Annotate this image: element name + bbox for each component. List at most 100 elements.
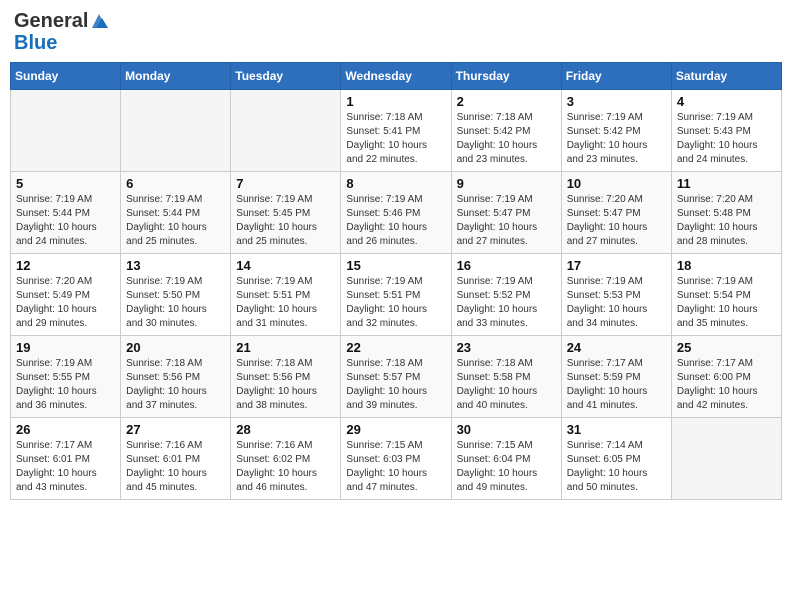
week-row-5: 26 Sunrise: 7:17 AM Sunset: 6:01 PM Dayli… xyxy=(11,418,782,500)
day-number: 18 xyxy=(677,258,776,273)
day-info: Sunrise: 7:19 AM Sunset: 5:42 PM Dayligh… xyxy=(567,111,666,167)
day-info: Sunrise: 7:19 AM Sunset: 5:43 PM Dayligh… xyxy=(677,111,776,167)
calendar-cell xyxy=(11,90,121,172)
calendar-cell: 25 Sunrise: 7:17 AM Sunset: 6:00 PM Dayli… xyxy=(671,336,781,418)
calendar-cell: 12 Sunrise: 7:20 AM Sunset: 5:49 PM Dayli… xyxy=(11,254,121,336)
calendar-cell: 8Sunrise: 7:19 AM Sunset: 5:46 PM Daylig… xyxy=(341,172,451,254)
day-number: 11 xyxy=(677,176,776,191)
day-number: 14 xyxy=(236,258,335,273)
day-number: 21 xyxy=(236,340,335,355)
calendar-cell: 10Sunrise: 7:20 AM Sunset: 5:47 PM Dayli… xyxy=(561,172,671,254)
calendar-cell: 14Sunrise: 7:19 AM Sunset: 5:51 PM Dayli… xyxy=(231,254,341,336)
day-info: Sunrise: 7:18 AM Sunset: 5:41 PM Dayligh… xyxy=(346,111,445,167)
calendar-cell: 16 Sunrise: 7:19 AM Sunset: 5:52 PM Dayli… xyxy=(451,254,561,336)
day-header-monday: Monday xyxy=(121,63,231,90)
day-number: 27 xyxy=(126,422,225,437)
day-info: Sunrise: 7:19 AM Sunset: 5:47 PM Dayligh… xyxy=(457,193,556,249)
day-number: 4 xyxy=(677,94,776,109)
logo-blue: Blue xyxy=(14,32,108,54)
day-number: 29 xyxy=(346,422,445,437)
day-number: 26 xyxy=(16,422,115,437)
day-info: Sunrise: 7:17 AM Sunset: 5:59 PM Dayligh… xyxy=(567,357,666,413)
day-number: 25 xyxy=(677,340,776,355)
calendar-cell: 28 Sunrise: 7:16 AM Sunset: 6:02 PM Dayli… xyxy=(231,418,341,500)
calendar-cell: 1 Sunrise: 7:18 AM Sunset: 5:41 PM Daylig… xyxy=(341,90,451,172)
day-info: Sunrise: 7:19 AM Sunset: 5:44 PM Dayligh… xyxy=(126,193,225,249)
day-number: 6 xyxy=(126,176,225,191)
day-number: 2 xyxy=(457,94,556,109)
day-header-tuesday: Tuesday xyxy=(231,63,341,90)
day-info: Sunrise: 7:20 AM Sunset: 5:49 PM Dayligh… xyxy=(16,275,115,331)
calendar-cell: 2 Sunrise: 7:18 AM Sunset: 5:42 PM Daylig… xyxy=(451,90,561,172)
day-info: Sunrise: 7:19 AM Sunset: 5:54 PM Dayligh… xyxy=(677,275,776,331)
calendar-cell: 11 Sunrise: 7:20 AM Sunset: 5:48 PM Dayli… xyxy=(671,172,781,254)
calendar-cell: 24 Sunrise: 7:17 AM Sunset: 5:59 PM Dayli… xyxy=(561,336,671,418)
day-info: Sunrise: 7:18 AM Sunset: 5:56 PM Dayligh… xyxy=(236,357,335,413)
day-number: 1 xyxy=(346,94,445,109)
calendar-cell: 7 Sunrise: 7:19 AM Sunset: 5:45 PM Daylig… xyxy=(231,172,341,254)
day-info: Sunrise: 7:19 AM Sunset: 5:53 PM Dayligh… xyxy=(567,275,666,331)
calendar-cell: 9 Sunrise: 7:19 AM Sunset: 5:47 PM Daylig… xyxy=(451,172,561,254)
week-row-4: 19 Sunrise: 7:19 AM Sunset: 5:55 PM Dayli… xyxy=(11,336,782,418)
day-header-sunday: Sunday xyxy=(11,63,121,90)
day-info: Sunrise: 7:19 AM Sunset: 5:51 PM Dayligh… xyxy=(346,275,445,331)
calendar-header-row: SundayMondayTuesdayWednesdayThursdayFrid… xyxy=(11,63,782,90)
day-info: Sunrise: 7:19 AM Sunset: 5:44 PM Dayligh… xyxy=(16,193,115,249)
day-number: 8 xyxy=(346,176,445,191)
logo-icon xyxy=(90,12,108,30)
day-number: 24 xyxy=(567,340,666,355)
calendar-table: SundayMondayTuesdayWednesdayThursdayFrid… xyxy=(10,62,782,500)
day-info: Sunrise: 7:19 AM Sunset: 5:52 PM Dayligh… xyxy=(457,275,556,331)
calendar-cell: 17 Sunrise: 7:19 AM Sunset: 5:53 PM Dayli… xyxy=(561,254,671,336)
day-header-thursday: Thursday xyxy=(451,63,561,90)
day-number: 23 xyxy=(457,340,556,355)
day-number: 7 xyxy=(236,176,335,191)
week-row-2: 5 Sunrise: 7:19 AM Sunset: 5:44 PM Daylig… xyxy=(11,172,782,254)
calendar-cell: 4 Sunrise: 7:19 AM Sunset: 5:43 PM Daylig… xyxy=(671,90,781,172)
day-number: 9 xyxy=(457,176,556,191)
calendar-cell: 29Sunrise: 7:15 AM Sunset: 6:03 PM Dayli… xyxy=(341,418,451,500)
calendar-cell: 26 Sunrise: 7:17 AM Sunset: 6:01 PM Dayli… xyxy=(11,418,121,500)
day-info: Sunrise: 7:20 AM Sunset: 5:48 PM Dayligh… xyxy=(677,193,776,249)
day-number: 16 xyxy=(457,258,556,273)
day-info: Sunrise: 7:18 AM Sunset: 5:56 PM Dayligh… xyxy=(126,357,225,413)
calendar-cell: 31Sunrise: 7:14 AM Sunset: 6:05 PM Dayli… xyxy=(561,418,671,500)
day-info: Sunrise: 7:18 AM Sunset: 5:57 PM Dayligh… xyxy=(346,357,445,413)
day-number: 5 xyxy=(16,176,115,191)
day-number: 31 xyxy=(567,422,666,437)
calendar-cell: 13 Sunrise: 7:19 AM Sunset: 5:50 PM Dayli… xyxy=(121,254,231,336)
day-number: 10 xyxy=(567,176,666,191)
day-info: Sunrise: 7:19 AM Sunset: 5:50 PM Dayligh… xyxy=(126,275,225,331)
calendar-cell: 3 Sunrise: 7:19 AM Sunset: 5:42 PM Daylig… xyxy=(561,90,671,172)
logo: General Blue xyxy=(14,10,108,54)
calendar-cell: 18 Sunrise: 7:19 AM Sunset: 5:54 PM Dayli… xyxy=(671,254,781,336)
day-header-saturday: Saturday xyxy=(671,63,781,90)
calendar-cell: 27 Sunrise: 7:16 AM Sunset: 6:01 PM Dayli… xyxy=(121,418,231,500)
day-info: Sunrise: 7:18 AM Sunset: 5:42 PM Dayligh… xyxy=(457,111,556,167)
day-info: Sunrise: 7:15 AM Sunset: 6:04 PM Dayligh… xyxy=(457,439,556,495)
day-number: 17 xyxy=(567,258,666,273)
page-header: General Blue xyxy=(10,10,782,54)
calendar-cell: 20 Sunrise: 7:18 AM Sunset: 5:56 PM Dayli… xyxy=(121,336,231,418)
day-info: Sunrise: 7:17 AM Sunset: 6:00 PM Dayligh… xyxy=(677,357,776,413)
day-number: 15 xyxy=(346,258,445,273)
day-number: 20 xyxy=(126,340,225,355)
calendar-cell: 21 Sunrise: 7:18 AM Sunset: 5:56 PM Dayli… xyxy=(231,336,341,418)
day-header-friday: Friday xyxy=(561,63,671,90)
calendar-cell: 5 Sunrise: 7:19 AM Sunset: 5:44 PM Daylig… xyxy=(11,172,121,254)
day-number: 13 xyxy=(126,258,225,273)
day-number: 12 xyxy=(16,258,115,273)
day-info: Sunrise: 7:19 AM Sunset: 5:55 PM Dayligh… xyxy=(16,357,115,413)
day-number: 22 xyxy=(346,340,445,355)
week-row-1: 1 Sunrise: 7:18 AM Sunset: 5:41 PM Daylig… xyxy=(11,90,782,172)
day-number: 28 xyxy=(236,422,335,437)
day-number: 3 xyxy=(567,94,666,109)
week-row-3: 12 Sunrise: 7:20 AM Sunset: 5:49 PM Dayli… xyxy=(11,254,782,336)
day-info: Sunrise: 7:19 AM Sunset: 5:45 PM Dayligh… xyxy=(236,193,335,249)
calendar-cell: 22 Sunrise: 7:18 AM Sunset: 5:57 PM Dayli… xyxy=(341,336,451,418)
day-info: Sunrise: 7:17 AM Sunset: 6:01 PM Dayligh… xyxy=(16,439,115,495)
day-number: 19 xyxy=(16,340,115,355)
day-info: Sunrise: 7:16 AM Sunset: 6:01 PM Dayligh… xyxy=(126,439,225,495)
day-info: Sunrise: 7:16 AM Sunset: 6:02 PM Dayligh… xyxy=(236,439,335,495)
calendar-cell xyxy=(231,90,341,172)
